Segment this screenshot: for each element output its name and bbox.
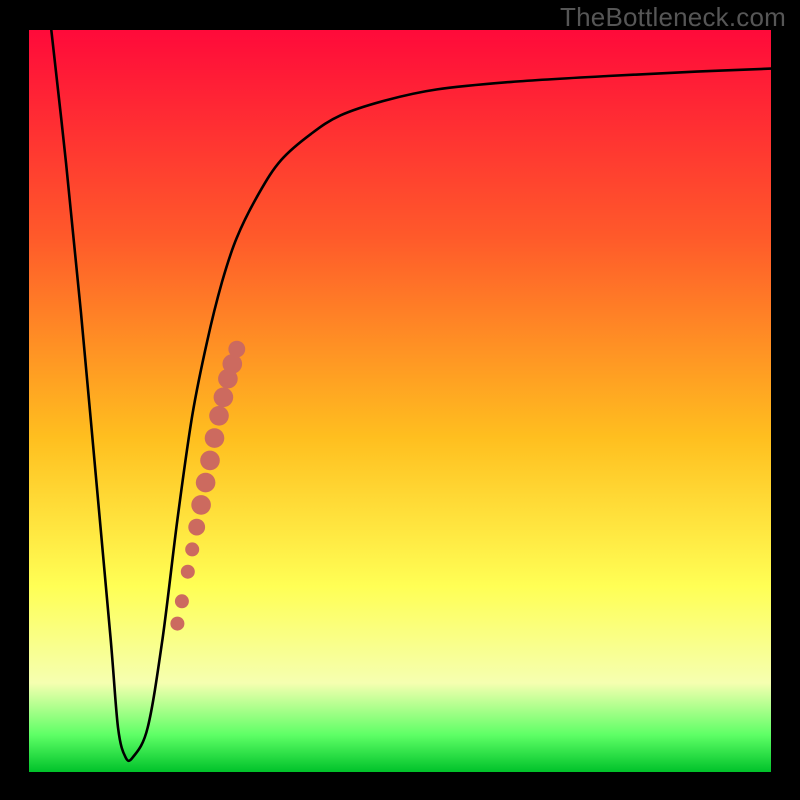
- plot-background: [29, 30, 771, 772]
- marker-dot: [200, 451, 220, 471]
- chart-frame: TheBottleneck.com: [0, 0, 800, 800]
- marker-dot: [188, 519, 205, 536]
- marker-dot: [191, 495, 211, 515]
- watermark-text: TheBottleneck.com: [560, 2, 786, 33]
- marker-dot: [185, 542, 199, 556]
- bottleneck-chart: [0, 0, 800, 800]
- marker-dot: [181, 565, 195, 579]
- marker-dot: [209, 406, 229, 426]
- marker-dot: [175, 594, 189, 608]
- marker-dot: [214, 388, 234, 408]
- marker-dot: [228, 341, 245, 358]
- marker-dot: [205, 428, 225, 448]
- marker-dot: [196, 473, 216, 493]
- marker-dot: [170, 617, 184, 631]
